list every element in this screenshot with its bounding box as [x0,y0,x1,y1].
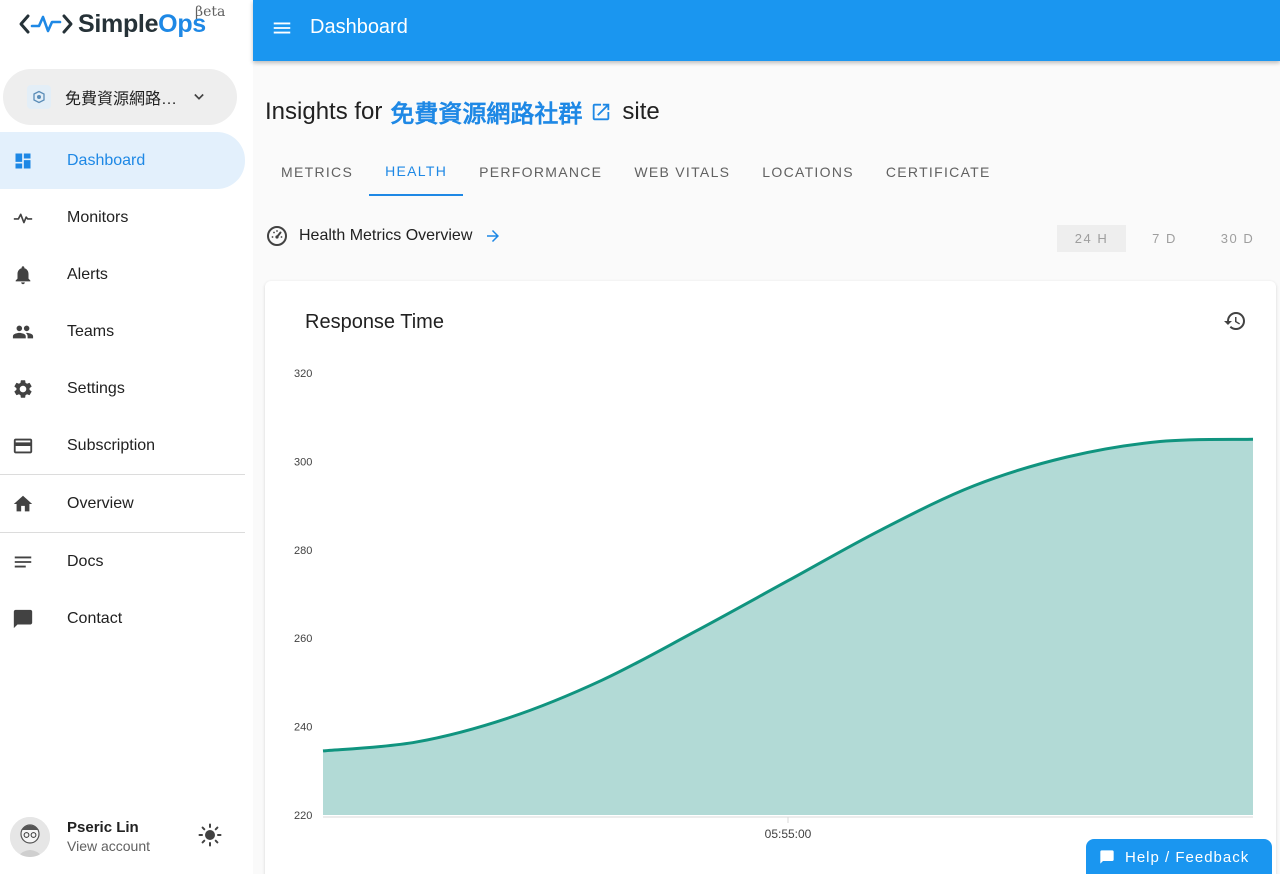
tab-certificate[interactable]: CERTIFICATE [870,148,1007,196]
y-tick-label: 320 [294,368,312,380]
insights-suffix: site [622,97,660,125]
tab-locations[interactable]: LOCATIONS [746,148,870,196]
help-feedback-label: Help / Feedback [1125,848,1250,866]
sidebar-item-docs[interactable]: Docs [0,533,245,590]
time-range-selector: 24 H 7 D 30 D [1057,225,1276,252]
site-selector[interactable]: 免費資源網路… [3,69,237,125]
brand-logo[interactable]: SimpleOps [18,8,206,40]
sidebar-item-subscription[interactable]: Subscription [0,417,245,474]
credit-card-icon [12,435,34,457]
y-tick-label: 260 [294,633,312,645]
sidebar-item-label: Docs [67,552,104,570]
sidebar: SimpleOps βeta 免費資源網路… Dashboard Monitor… [0,0,253,874]
sidebar-item-label: Subscription [67,436,156,454]
avatar [10,817,50,857]
account-name: Pseric Lin [67,819,139,836]
view-account-link[interactable]: View account [67,838,150,854]
hamburger-menu-icon[interactable] [271,17,293,39]
insights-tabs: METRICS HEALTH PERFORMANCE WEB VITALS LO… [265,148,1007,196]
sidebar-item-label: Settings [67,379,125,397]
code-pulse-icon [19,14,73,34]
speedometer-icon [265,224,289,248]
range-24h-button[interactable]: 24 H [1057,225,1126,252]
theme-toggle-sun-icon[interactable] [198,823,222,852]
sidebar-item-dashboard[interactable]: Dashboard [0,132,245,189]
open-in-new-icon[interactable] [590,101,612,123]
y-tick-label: 240 [294,722,312,734]
insights-prefix: Insights for [265,97,383,125]
home-icon [12,493,34,515]
brand-name: SimpleOps [78,9,206,38]
response-time-card: Response Time 320 300 280 260 240 220 05:55:00 [265,281,1276,874]
sidebar-item-teams[interactable]: Teams [0,303,245,360]
response-time-chart: 320 300 280 260 240 220 05:55:00 [294,368,1254,841]
range-7d-button[interactable]: 7 D [1130,225,1199,252]
tab-metrics[interactable]: METRICS [265,148,369,196]
arrow-right-icon [484,227,502,245]
sidebar-item-alerts[interactable]: Alerts [0,246,245,303]
site-link[interactable]: 免費資源網路社群 [390,94,582,129]
dashboard-icon [12,150,34,172]
sidebar-item-overview[interactable]: Overview [0,475,245,532]
feedback-icon [1100,850,1114,864]
notes-icon [12,551,34,573]
tab-web-vitals[interactable]: WEB VITALS [618,148,746,196]
sidebar-item-label: Alerts [67,265,108,283]
sidebar-item-label: Contact [67,609,123,627]
health-metrics-overview-link[interactable]: Health Metrics Overview [265,224,502,248]
y-tick-label: 300 [294,456,312,468]
sidebar-item-contact[interactable]: Contact [0,590,245,647]
sidebar-item-settings[interactable]: Settings [0,360,245,417]
top-app-bar: Dashboard [253,0,1280,61]
y-tick-label: 280 [294,545,312,557]
tab-performance[interactable]: PERFORMANCE [463,148,618,196]
sidebar-nav: Dashboard Monitors Alerts Teams Settings… [0,132,245,647]
page-title: Dashboard [310,16,408,38]
sidebar-item-label: Monitors [67,208,129,226]
bell-icon [12,264,34,286]
range-30d-button[interactable]: 30 D [1203,225,1272,252]
sidebar-item-label: Teams [67,322,115,340]
chevron-down-icon [194,93,204,100]
gear-icon [12,378,34,400]
overview-label: Health Metrics Overview [299,227,473,244]
help-feedback-button[interactable]: Help / Feedback [1086,839,1272,874]
sidebar-item-monitors[interactable]: Monitors [0,189,245,246]
x-tick-label: 05:55:00 [765,827,812,841]
insights-heading: Insights for 免費資源網路社群 site [265,94,660,129]
beta-badge: βeta [195,4,226,20]
site-favicon-icon [27,85,51,109]
tab-health[interactable]: HEALTH [369,148,464,196]
site-selector-value: 免費資源網路… [65,91,178,108]
people-icon [12,321,34,343]
chat-icon [12,608,34,630]
pulse-icon [12,207,34,229]
y-tick-label: 220 [294,810,312,822]
sidebar-item-label: Overview [67,494,134,512]
series-area [323,439,1253,815]
sidebar-item-label: Dashboard [67,151,146,169]
